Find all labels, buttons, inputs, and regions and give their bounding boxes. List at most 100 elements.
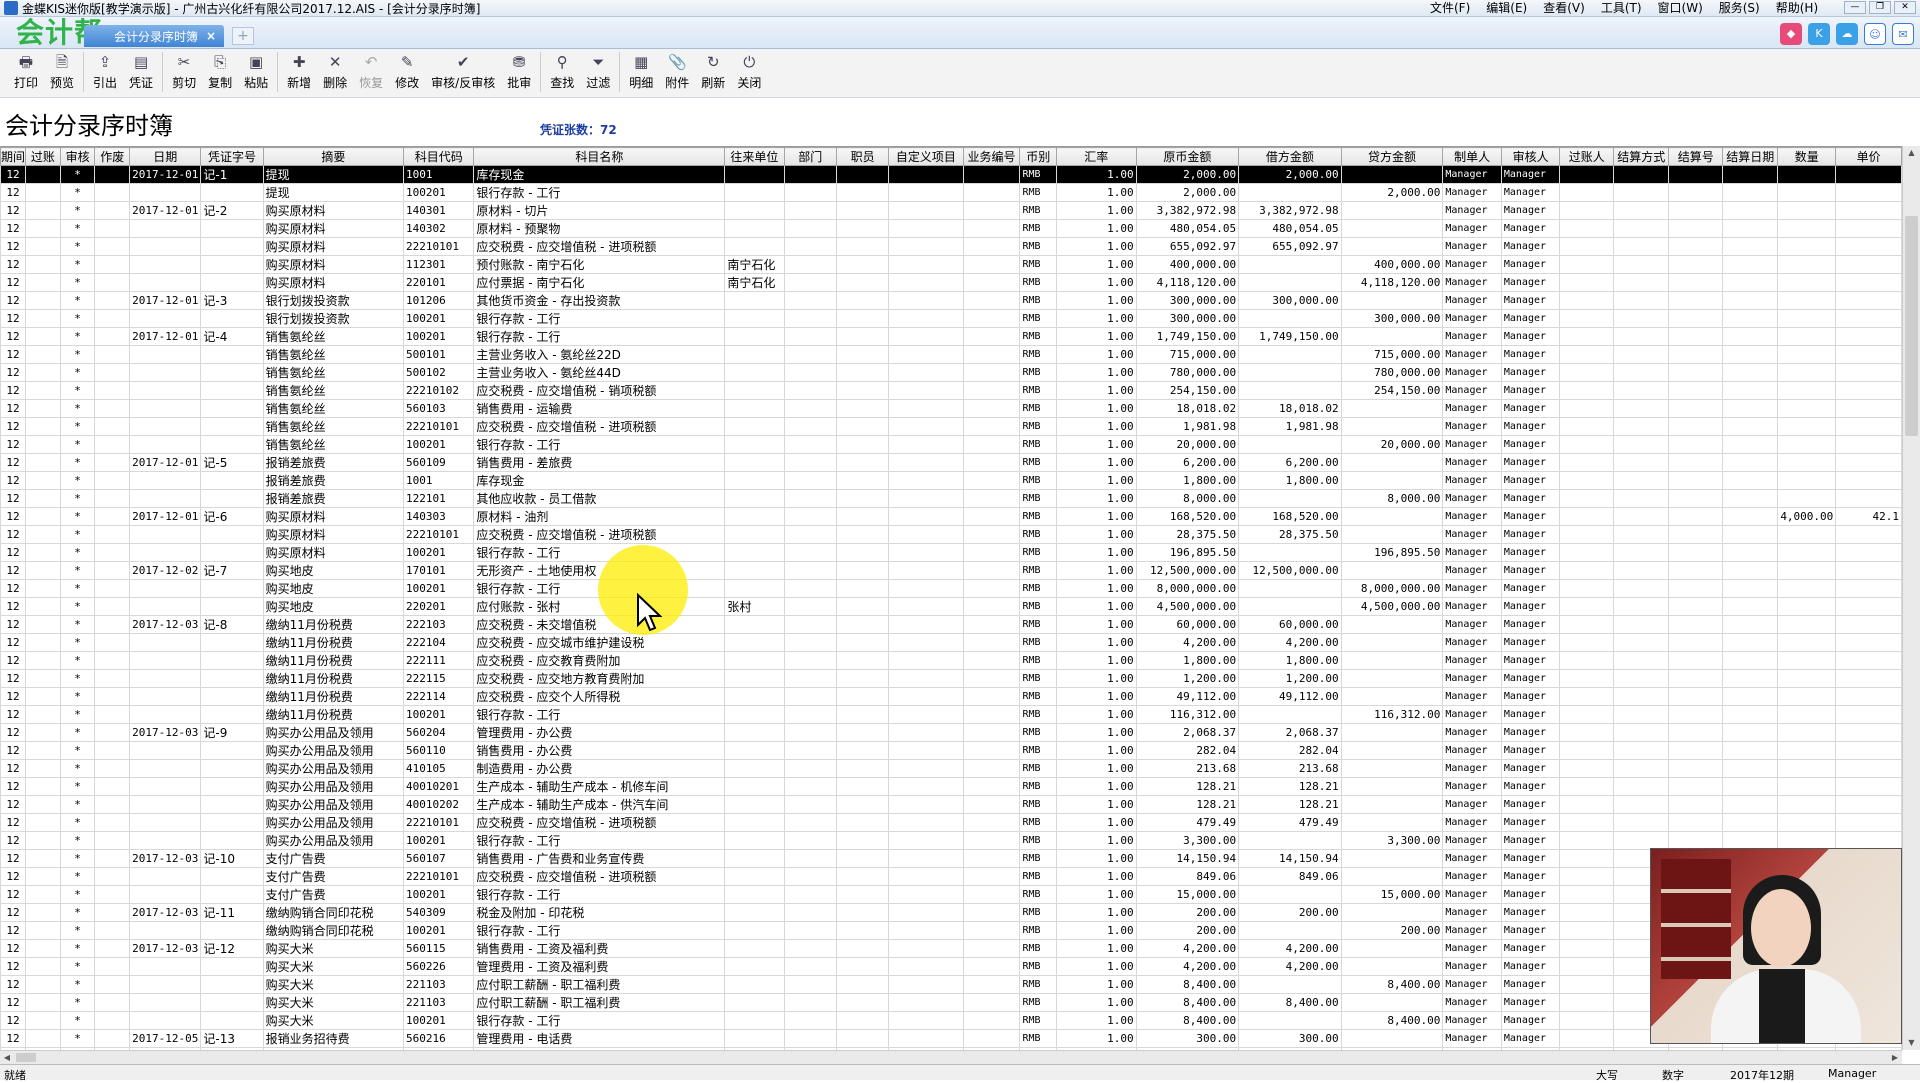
print-button[interactable]: 🖶 打印 [8, 49, 44, 95]
table-row[interactable]: 12 * 2017-12-03 记-11 缴纳购销合同印花税 540309 税金及附加 - … [0, 903, 1902, 922]
table-row[interactable]: 12 * 销售氨纶丝 22210102 应交税费 - 应交增值税 - 销项税额 RMB 1.… [0, 381, 1902, 400]
column-header[interactable]: 借方金额 [1238, 147, 1342, 166]
column-header[interactable]: 汇率 [1055, 147, 1137, 166]
close-window-button[interactable]: ✕ [1894, 1, 1916, 14]
detail-button[interactable]: ▦ 明细 [623, 49, 659, 95]
minimize-button[interactable]: — [1844, 1, 1866, 14]
cloud-icon[interactable]: ☁ [1836, 23, 1858, 45]
message-icon[interactable]: ✉ [1892, 23, 1914, 45]
scroll-left-icon[interactable]: ◀ [0, 1051, 14, 1065]
table-row[interactable]: 12 * 购买办公用品及领用 40010202 生产成本 - 辅助生产成本 - 供汽车间… [0, 795, 1902, 814]
menu-window[interactable]: 窗口(W) [1658, 0, 1703, 17]
table-row[interactable]: 12 * 购买原材料 22210101 应交税费 - 应交增值税 - 进项税额 RMB 1.… [0, 237, 1902, 256]
table-row[interactable]: 12 * 支付广告费 100201 银行存款 - 工行 RMB 1.00 15,000.00 1… [0, 885, 1902, 904]
column-header[interactable]: 审核人 [1500, 147, 1561, 166]
table-row[interactable]: 12 * 支付广告费 22210101 应交税费 - 应交增值税 - 进项税额 RMB 1.… [0, 867, 1902, 886]
table-row[interactable]: 12 * 购买大米 221103 应付职工薪酬 - 职工福利费 RMB 1.00 8,400.… [0, 993, 1902, 1012]
scroll-down-icon[interactable]: ▼ [1903, 1036, 1920, 1050]
table-row[interactable]: 12 * 2017-12-03 记-12 购买大米 560115 销售费用 - 工资及福利费… [0, 939, 1902, 958]
column-header[interactable]: 自定义项目 [888, 147, 964, 166]
column-header[interactable]: 过账 [25, 147, 61, 166]
export-button[interactable]: ⇪ 引出 [87, 49, 123, 95]
table-row[interactable]: 12 * 2017-12-01 记-3 银行划拨投资款 101206 其他货币资金 - 存出… [0, 291, 1902, 310]
table-row[interactable]: 12 * 购买大米 100201 银行存款 - 工行 RMB 1.00 8,400.00 8,4… [0, 1011, 1902, 1030]
menu-service[interactable]: 服务(S) [1719, 0, 1760, 17]
table-row[interactable]: 12 * 购买大米 560226 管理费用 - 工资及福利费 RMB 1.00 4,200.0… [0, 957, 1902, 976]
table-row[interactable]: 12 * 2017-12-05 记-13 报销业务招待费 560216 管理费用 - 电话费… [0, 1029, 1902, 1048]
attach-button[interactable]: 📎 附件 [659, 49, 695, 95]
column-header[interactable]: 部门 [783, 147, 837, 166]
column-header[interactable]: 数量 [1777, 147, 1837, 166]
delete-button[interactable]: ✕ 删除 [317, 49, 353, 95]
restore-button[interactable]: ❐ [1869, 1, 1891, 14]
column-header[interactable]: 结算日期 [1722, 147, 1779, 166]
table-row[interactable]: 12 * 销售氨纶丝 22210101 应交税费 - 应交增值税 - 进项税额 RMB 1.… [0, 417, 1902, 436]
find-button[interactable]: ⚲ 查找 [544, 49, 580, 95]
table-row[interactable]: 12 * 缴纳11月份税费 222111 应交税费 - 应交教育费附加 RMB 1.00 1,… [0, 651, 1902, 670]
table-row[interactable]: 12 * 2017-12-01 记-5 报销差旅费 560109 销售费用 - 差旅费 RMB… [0, 453, 1902, 472]
table-row[interactable]: 12 * 销售氨纶丝 560103 销售费用 - 运输费 RMB 1.00 18,018.02… [0, 399, 1902, 418]
table-row[interactable]: 12 * 2017-12-03 记-8 缴纳11月份税费 222103 应交税费 - 未交增… [0, 615, 1902, 634]
smiley-icon[interactable]: ☺ [1864, 23, 1886, 45]
table-row[interactable]: 12 * 购买原材料 100201 银行存款 - 工行 RMB 1.00 196,895.50… [0, 543, 1902, 562]
tab-journal[interactable]: 会计分录序时簿 × [84, 25, 224, 47]
column-header[interactable]: 期间 [0, 147, 27, 166]
modify-button[interactable]: ✎ 修改 [389, 49, 425, 95]
voucher-button[interactable]: ▤ 凭证 [123, 49, 159, 95]
table-row[interactable]: 12 * 缴纳11月份税费 222115 应交税费 - 应交地方教育费附加 RMB 1.00… [0, 669, 1902, 688]
column-header[interactable]: 凭证字号 [200, 147, 264, 166]
table-row[interactable]: 12 * 购买办公用品及领用 560110 销售费用 - 办公费 RMB 1.00 282.0… [0, 741, 1902, 760]
scroll-up-icon[interactable]: ▲ [1903, 146, 1920, 160]
table-row[interactable]: 12 * 银行划拨投资款 100201 银行存款 - 工行 RMB 1.00 300,000.… [0, 309, 1902, 328]
table-row[interactable]: 12 * 购买地皮 220201 应付账款 - 张村 张村 RMB 1.00 4,500,000… [0, 597, 1902, 616]
column-header[interactable]: 审核 [59, 147, 96, 166]
new-tab-button[interactable]: + [232, 27, 254, 45]
paste-button[interactable]: ▣ 粘贴 [238, 49, 274, 95]
column-header[interactable]: 结算号 [1668, 147, 1724, 166]
restore-button[interactable]: ↶ 恢复 [353, 49, 389, 95]
column-header[interactable]: 单价 [1835, 147, 1902, 166]
table-row[interactable]: 12 * 缴纳11月份税费 222114 应交税费 - 应交个人所得税 RMB 1.00 49… [0, 687, 1902, 706]
approve-button[interactable]: ⛃ 批审 [501, 49, 537, 95]
table-row[interactable]: 12 * 购买原材料 112301 预付账款 - 南宁石化 南宁石化 RMB 1.00 400,… [0, 255, 1902, 274]
vertical-scroll-thumb[interactable] [1905, 216, 1918, 436]
table-row[interactable]: 12 * 2017-12-03 记-9 购买办公用品及领用 560204 管理费用 - 办公… [0, 723, 1902, 742]
scroll-right-icon[interactable]: ▶ [1888, 1051, 1902, 1065]
menu-file[interactable]: 文件(F) [1430, 0, 1470, 17]
column-header[interactable]: 科目代码 [403, 147, 475, 166]
menu-edit[interactable]: 编辑(E) [1486, 0, 1527, 17]
tab-close-icon[interactable]: × [206, 29, 216, 43]
audit-button[interactable]: ✔ 审核/反审核 [425, 49, 501, 95]
horizontal-scrollbar[interactable]: ◀ ▶ [0, 1050, 1902, 1064]
cut-button[interactable]: ✂ 剪切 [166, 49, 202, 95]
table-row[interactable]: 12 * 提现 100201 银行存款 - 工行 RMB 1.00 2,000.00 2,000… [0, 183, 1902, 202]
table-row[interactable]: 12 * 缴纳11月份税费 222104 应交税费 - 应交城市维护建设税 RMB 1.00… [0, 633, 1902, 652]
table-row[interactable]: 12 * 购买办公用品及领用 410105 制造费用 - 办公费 RMB 1.00 213.6… [0, 759, 1902, 778]
table-row[interactable]: 12 * 销售氨纶丝 100201 银行存款 - 工行 RMB 1.00 20,000.00 2… [0, 435, 1902, 454]
column-header[interactable]: 原币金额 [1135, 147, 1240, 166]
table-row[interactable]: 12 * 2017-12-01 记-6 购买原材料 140303 原材料 - 油剂 RMB 1.… [0, 507, 1902, 526]
column-header[interactable]: 作废 [94, 147, 131, 166]
column-header[interactable]: 结算方式 [1613, 147, 1670, 166]
table-row[interactable]: 12 * 购买原材料 220101 应付票据 - 南宁石化 南宁石化 RMB 1.00 4,11… [0, 273, 1902, 292]
refresh-button[interactable]: ↻ 刷新 [695, 49, 731, 95]
column-header[interactable]: 科目名称 [473, 147, 726, 166]
table-row[interactable]: 12 * 购买大米 221103 应付职工薪酬 - 职工福利费 RMB 1.00 8,400.… [0, 975, 1902, 994]
table-row[interactable]: 12 * 购买办公用品及领用 100201 银行存款 - 工行 RMB 1.00 3,300.… [0, 831, 1902, 850]
horizontal-scroll-thumb[interactable] [16, 1053, 36, 1062]
vertical-scrollbar[interactable]: ▲ ▼ [1902, 146, 1920, 1050]
preview-button[interactable]: 🗎 预览 [44, 49, 80, 95]
app-center-icon[interactable]: ◆ [1780, 23, 1802, 45]
column-header[interactable]: 制单人 [1442, 147, 1502, 166]
table-row[interactable]: 12 * 2017-12-01 记-2 购买原材料 140301 原材料 - 切片 RMB 1.… [0, 201, 1902, 220]
table-row[interactable]: 12 * 销售氨纶丝 500102 主营业务收入 - 氨纶丝44D RMB 1.00 780,… [0, 363, 1902, 382]
column-header[interactable]: 业务编号 [962, 147, 1021, 166]
column-header[interactable]: 摘要 [262, 147, 405, 166]
add-button[interactable]: ✚ 新增 [281, 49, 317, 95]
table-row[interactable]: 12 * 2017-12-03 记-10 支付广告费 560107 销售费用 - 广告费和业… [0, 849, 1902, 868]
table-row[interactable]: 12 * 报销差旅费 122101 其他应收款 - 员工借款 RMB 1.00 8,000.0… [0, 489, 1902, 508]
column-header[interactable]: 币别 [1019, 147, 1057, 166]
menu-view[interactable]: 查看(V) [1543, 0, 1585, 17]
column-header[interactable]: 往来单位 [724, 147, 785, 166]
close-button[interactable]: ⏻ 关闭 [731, 49, 767, 95]
